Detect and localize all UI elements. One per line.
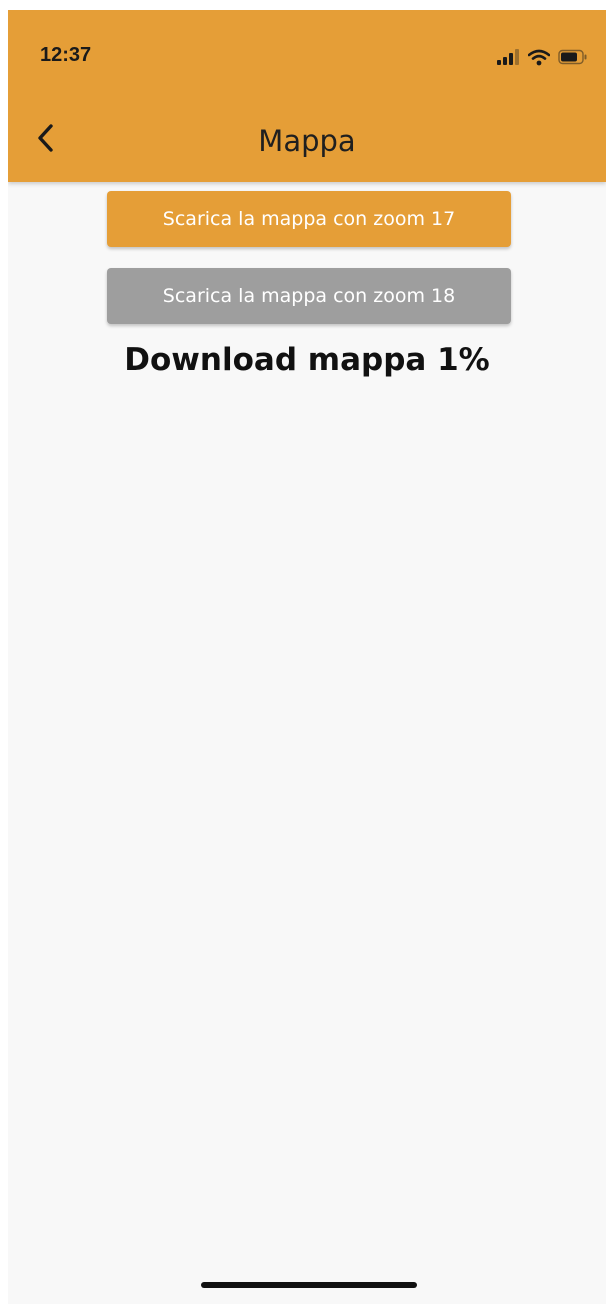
home-indicator[interactable] bbox=[201, 1282, 417, 1288]
app-header: 12:37 Mappa bbox=[8, 10, 606, 182]
app-screen: 12:37 Mappa Scarica la mappa con zoom 17… bbox=[8, 10, 606, 1304]
navigation-bar: Mappa bbox=[8, 100, 606, 182]
status-bar: 12:37 bbox=[8, 10, 606, 100]
status-time: 12:37 bbox=[40, 44, 92, 66]
status-icons bbox=[496, 46, 588, 68]
battery-icon bbox=[558, 49, 587, 65]
page-title: Mappa bbox=[258, 124, 356, 158]
download-zoom-18-button[interactable]: Scarica la mappa con zoom 18 bbox=[107, 268, 511, 324]
wifi-icon bbox=[528, 49, 550, 65]
download-zoom-17-button[interactable]: Scarica la mappa con zoom 17 bbox=[107, 191, 511, 247]
download-progress-text: Download mappa 1% bbox=[124, 342, 490, 378]
cellular-signal-icon bbox=[497, 49, 519, 65]
